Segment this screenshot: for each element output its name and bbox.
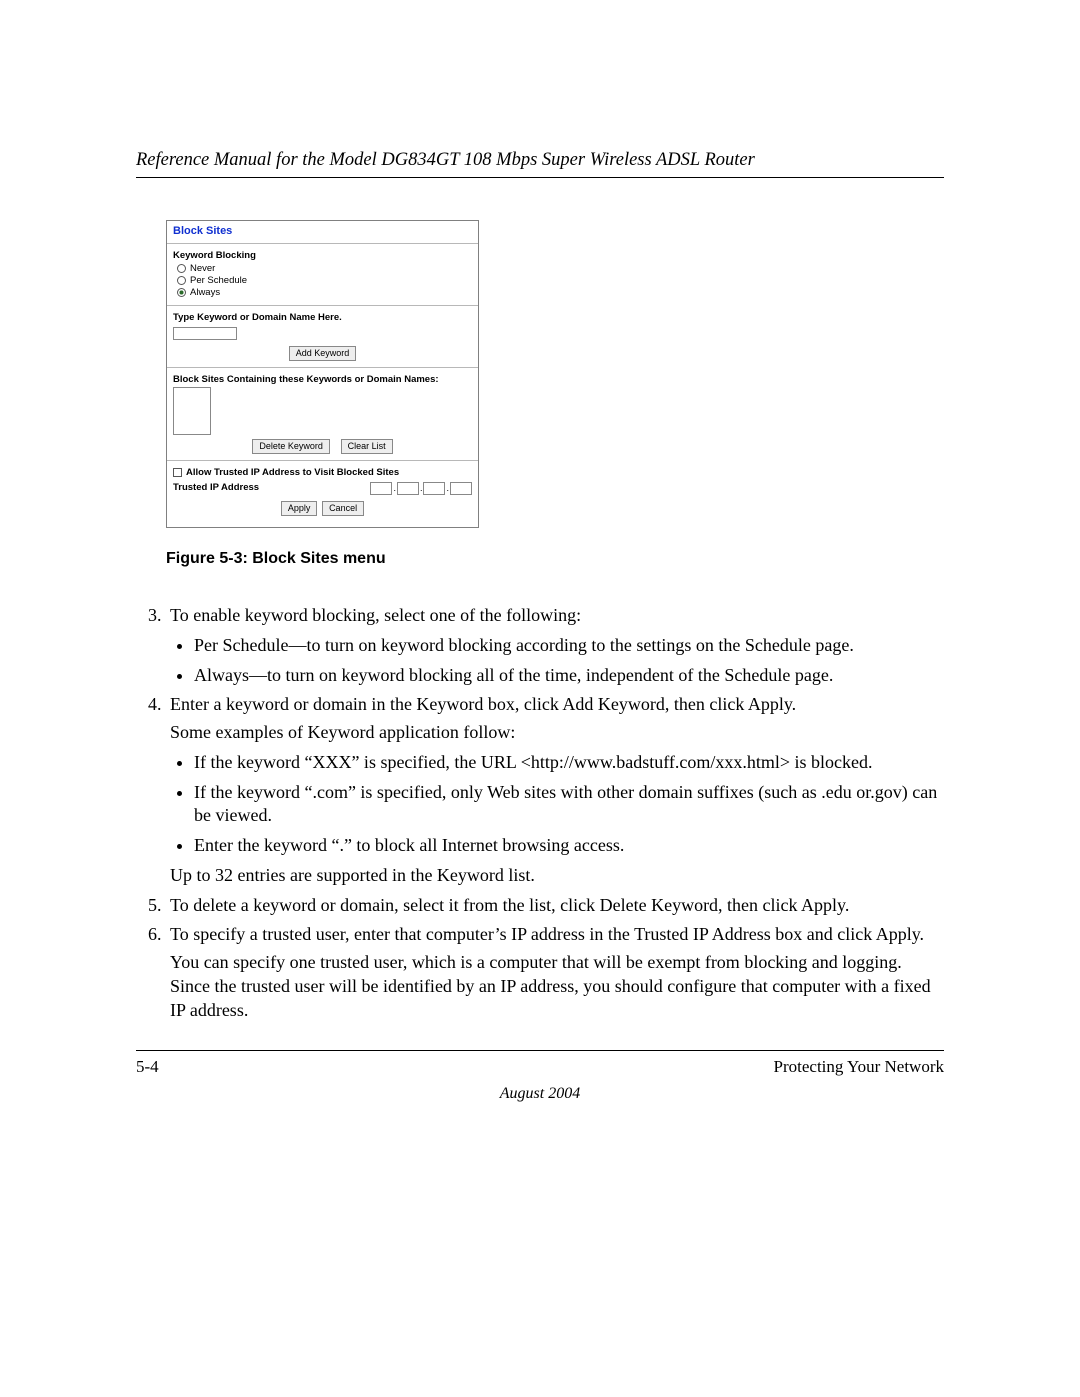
delete-keyword-button[interactable]: Delete Keyword	[252, 439, 330, 454]
allow-trusted-label: Allow Trusted IP Address to Visit Blocke…	[186, 467, 399, 478]
figure-caption: Figure 5-3: Block Sites menu	[166, 550, 479, 568]
clear-list-button[interactable]: Clear List	[341, 439, 393, 454]
allow-trusted-checkbox[interactable]	[173, 468, 182, 477]
radio-label: Per Schedule	[190, 275, 247, 286]
figure-screenshot: Block Sites Keyword Blocking Never Per S…	[166, 220, 479, 568]
keyword-input[interactable]	[173, 327, 237, 340]
radio-label: Never	[190, 263, 215, 274]
type-keyword-heading: Type Keyword or Domain Name Here.	[173, 312, 472, 323]
radio-per-schedule[interactable]: Per Schedule	[177, 275, 472, 286]
radio-icon	[177, 288, 186, 297]
list-text: To specify a trusted user, enter that co…	[170, 923, 944, 947]
section-title: Protecting Your Network	[774, 1057, 944, 1077]
ip-octet-input[interactable]	[370, 482, 392, 495]
running-header: Reference Manual for the Model DG834GT 1…	[136, 150, 944, 171]
sub-item: If the keyword “XXX” is specified, the U…	[194, 751, 944, 775]
trusted-ip-inputs[interactable]: . . .	[370, 482, 472, 495]
header-rule	[136, 177, 944, 178]
instruction-list: To enable keyword blocking, select one o…	[136, 604, 944, 1022]
keyword-blocking-heading: Keyword Blocking	[173, 250, 472, 261]
list-item: To delete a keyword or domain, select it…	[166, 894, 944, 918]
keyword-listbox[interactable]	[173, 387, 211, 435]
trusted-ip-label: Trusted IP Address	[173, 482, 259, 493]
list-text: Up to 32 entries are supported in the Ke…	[170, 864, 944, 888]
list-item: To specify a trusted user, enter that co…	[166, 923, 944, 1022]
list-text: Enter a keyword or domain in the Keyword…	[170, 693, 944, 717]
list-text: To enable keyword blocking, select one o…	[170, 605, 581, 625]
cancel-button[interactable]: Cancel	[322, 501, 364, 516]
radio-icon	[177, 264, 186, 273]
ip-octet-input[interactable]	[423, 482, 445, 495]
block-list-heading: Block Sites Containing these Keywords or…	[173, 374, 472, 385]
list-text: You can specify one trusted user, which …	[170, 951, 944, 1022]
sub-item: Per Schedule—to turn on keyword blocking…	[194, 634, 944, 658]
sub-item: Always—to turn on keyword blocking all o…	[194, 664, 944, 688]
sub-item: If the keyword “.com” is specified, only…	[194, 781, 944, 829]
page-footer: 5-4 Protecting Your Network August 2004	[136, 1050, 944, 1103]
apply-button[interactable]: Apply	[281, 501, 318, 516]
ip-octet-input[interactable]	[397, 482, 419, 495]
page-number: 5-4	[136, 1057, 159, 1077]
sub-item: Enter the keyword “.” to block all Inter…	[194, 834, 944, 858]
ip-octet-input[interactable]	[450, 482, 472, 495]
add-keyword-button[interactable]: Add Keyword	[289, 346, 357, 361]
list-item: Enter a keyword or domain in the Keyword…	[166, 693, 944, 887]
radio-label: Always	[190, 287, 220, 298]
radio-never[interactable]: Never	[177, 263, 472, 274]
radio-always[interactable]: Always	[177, 287, 472, 298]
list-item: To enable keyword blocking, select one o…	[166, 604, 944, 687]
radio-icon	[177, 276, 186, 285]
footer-date: August 2004	[136, 1085, 944, 1103]
panel-title: Block Sites	[167, 221, 478, 244]
list-text: Some examples of Keyword application fol…	[170, 721, 944, 745]
footer-rule	[136, 1050, 944, 1051]
